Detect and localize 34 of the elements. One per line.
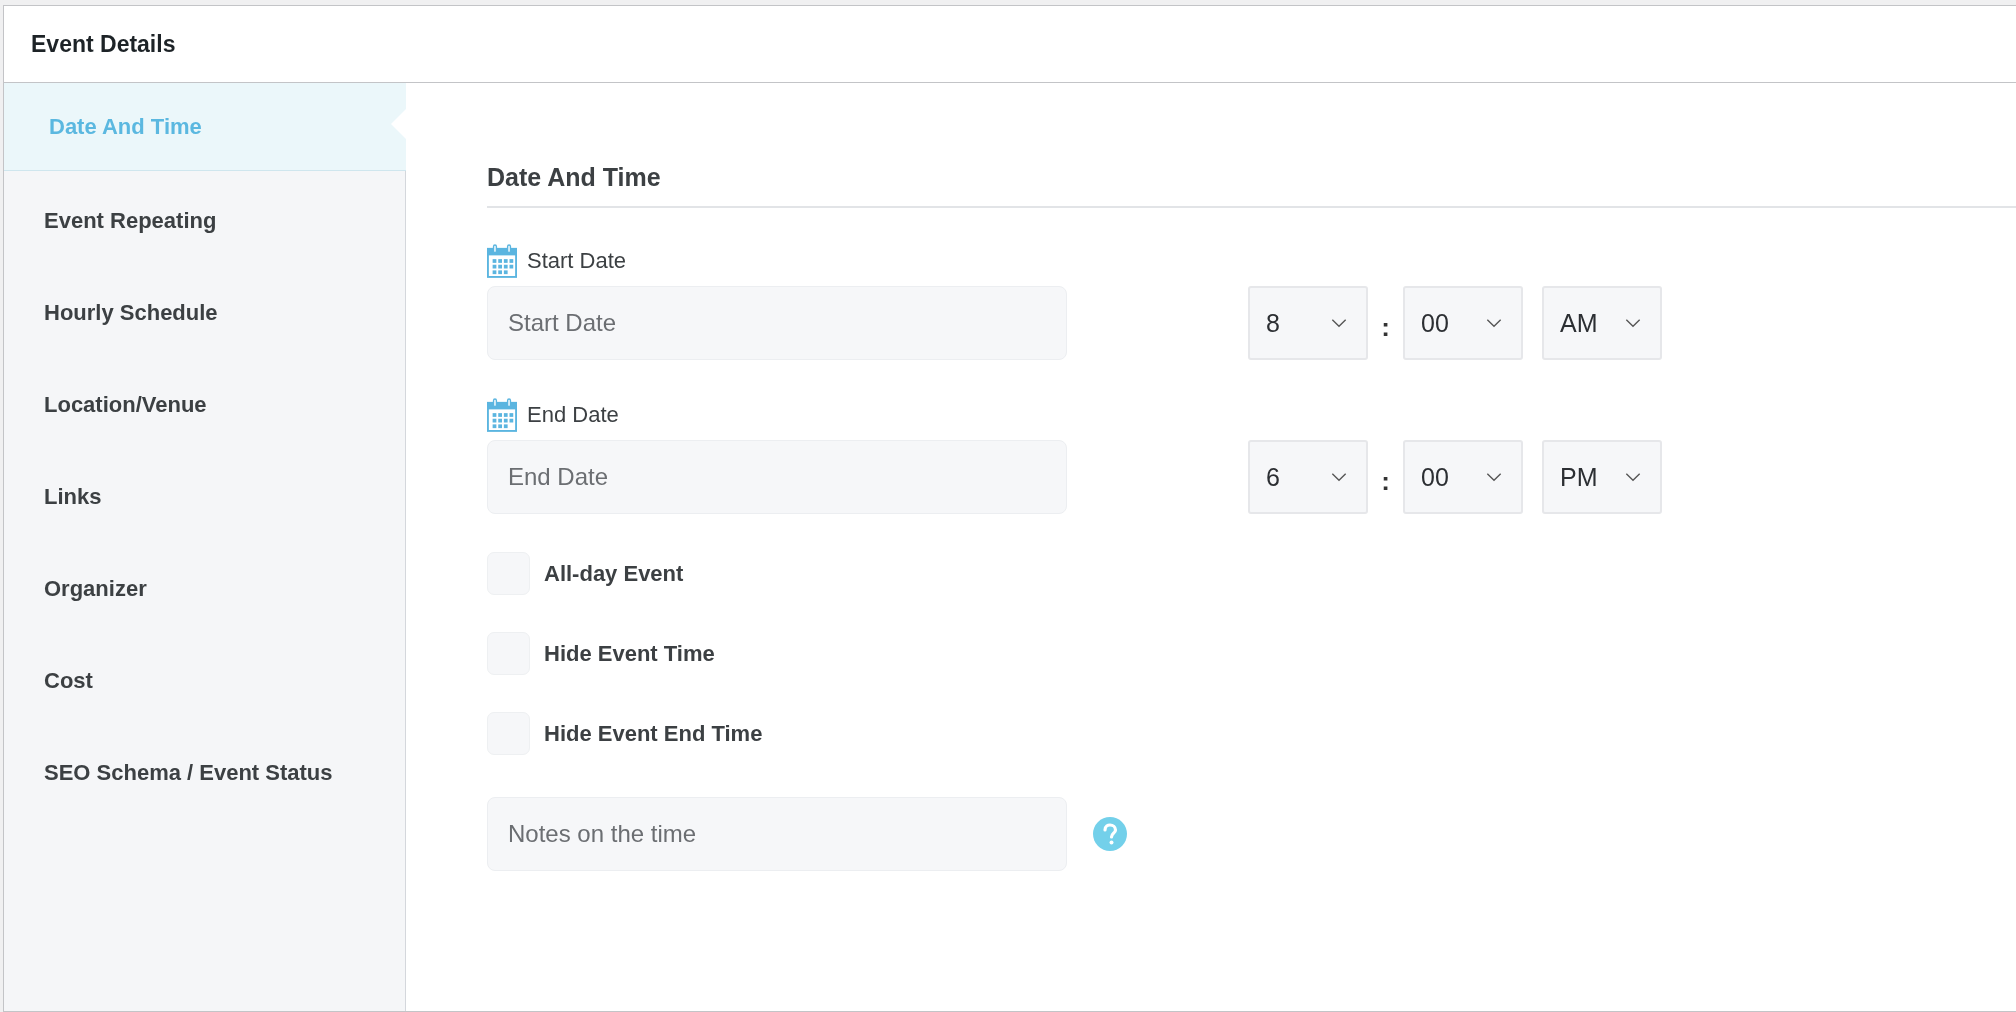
date-field[interactable]: Start Date — [487, 286, 1067, 360]
calendar-icon — [487, 398, 517, 432]
field-label: Start Date — [527, 248, 627, 274]
hour-select[interactable]: 8 — [1248, 286, 1368, 360]
meridiem-select[interactable]: AM — [1542, 286, 1662, 360]
help-icon[interactable] — [1093, 817, 1127, 851]
chevron-down-icon — [1624, 318, 1642, 328]
sidebar-tab[interactable]: Hourly Schedule — [4, 267, 405, 359]
chevron-down-icon — [1485, 472, 1503, 482]
checkbox-label: Hide Event Time — [544, 640, 715, 667]
chevron-down-icon — [1330, 472, 1348, 482]
meridiem-select[interactable]: PM — [1542, 440, 1662, 514]
time-separator: : — [1380, 310, 1391, 343]
checkbox-label: All-day Event — [544, 560, 684, 587]
date-field[interactable]: End Date — [487, 440, 1067, 514]
time-separator: : — [1380, 464, 1391, 497]
field-label: End Date — [527, 402, 619, 428]
section-title: Date And Time — [487, 163, 2016, 208]
chevron-down-icon — [1485, 318, 1503, 328]
checkbox-label: Hide Event End Time — [544, 720, 763, 747]
hour-select[interactable]: 6 — [1248, 440, 1368, 514]
sidebar-tab[interactable]: Cost — [4, 635, 405, 727]
sidebar-tab[interactable]: Location/Venue — [4, 359, 405, 451]
sidebar-tab[interactable]: Organizer — [4, 543, 405, 635]
chevron-down-icon — [1330, 318, 1348, 328]
minute-select[interactable]: 00 — [1403, 440, 1523, 514]
minute-select[interactable]: 00 — [1403, 286, 1523, 360]
panel-title: Event Details — [31, 30, 176, 58]
chevron-down-icon — [1624, 472, 1642, 482]
sidebar-tab[interactable]: SEO Schema / Event Status — [4, 727, 405, 819]
calendar-icon — [487, 244, 517, 278]
notes-field[interactable]: Notes on the time — [487, 797, 1067, 871]
sidebar-tab[interactable]: Links — [4, 451, 405, 543]
sidebar-tab[interactable]: Event Repeating — [4, 175, 405, 267]
